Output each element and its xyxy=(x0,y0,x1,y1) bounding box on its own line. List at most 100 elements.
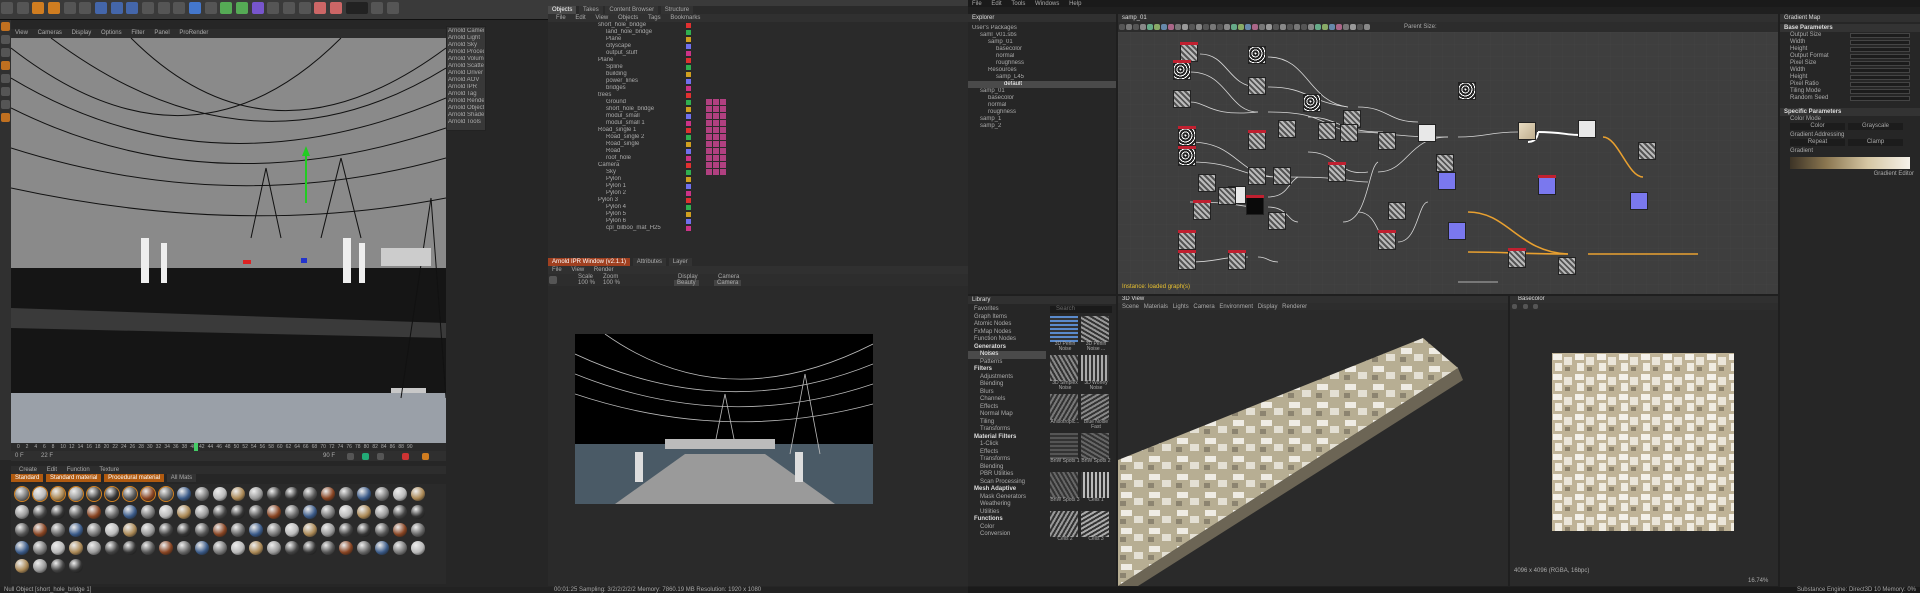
object-tag-icon[interactable] xyxy=(686,51,691,56)
graph-node[interactable] xyxy=(1578,120,1596,138)
arnold-tools-icon[interactable] xyxy=(371,2,384,14)
material-ball[interactable] xyxy=(285,505,299,519)
timeline-end[interactable]: 90 F xyxy=(323,451,335,461)
material-ball[interactable] xyxy=(32,486,48,502)
material-tag-icon[interactable] xyxy=(720,169,726,175)
prop-field[interactable] xyxy=(1850,68,1910,73)
material-ball[interactable] xyxy=(339,505,353,519)
graph-tool-icon[interactable] xyxy=(1251,24,1258,30)
library-thumb[interactable]: Anisotropic... xyxy=(1050,394,1080,432)
object-row[interactable]: Sky xyxy=(598,169,968,176)
object-tag-icon[interactable] xyxy=(686,135,691,140)
material-ball[interactable] xyxy=(375,523,389,537)
graph-node[interactable] xyxy=(1388,202,1406,220)
library-thumb[interactable]: Blue Noise Fast xyxy=(1081,394,1111,432)
material-ball[interactable] xyxy=(123,541,137,555)
material-ball[interactable] xyxy=(411,523,425,537)
object-tag-icon[interactable] xyxy=(686,86,691,91)
object-row[interactable]: modul_small xyxy=(598,113,968,120)
material-tag-icon[interactable] xyxy=(706,141,712,147)
arnold-light-icon[interactable] xyxy=(314,2,327,14)
material-ball[interactable] xyxy=(231,487,245,501)
material-ball[interactable] xyxy=(213,541,227,555)
material-ball[interactable] xyxy=(285,523,299,537)
arnold-menu-item[interactable]: Arnold Tag xyxy=(448,91,484,98)
library-thumb[interactable]: BnW Spots 1 xyxy=(1050,433,1080,471)
material-ball[interactable] xyxy=(285,541,299,555)
polygons-mode-icon[interactable] xyxy=(1,48,10,57)
material-ball[interactable] xyxy=(321,505,335,519)
object-tag-icon[interactable] xyxy=(686,23,691,28)
graph-node[interactable] xyxy=(1198,174,1216,192)
material-ball[interactable] xyxy=(51,559,65,573)
graph-tool-icon[interactable] xyxy=(1209,24,1216,30)
object-row[interactable]: Pylon 5 xyxy=(598,211,968,218)
goto-start-icon[interactable] xyxy=(347,453,354,460)
material-ball[interactable] xyxy=(159,541,173,555)
object-row[interactable]: trees xyxy=(598,92,968,99)
material-ball[interactable] xyxy=(104,486,120,502)
material-ball[interactable] xyxy=(393,523,407,537)
section-base-parameters[interactable]: Base Parameters xyxy=(1780,24,1920,32)
material-ball[interactable] xyxy=(411,541,425,555)
object-tag-icon[interactable] xyxy=(686,177,691,182)
material-ball[interactable] xyxy=(177,541,191,555)
material-ball[interactable] xyxy=(375,505,389,519)
material-ball[interactable] xyxy=(357,523,371,537)
material-tag-icon[interactable] xyxy=(706,99,712,105)
tab-mat-standard[interactable]: Standard xyxy=(11,474,44,482)
library-category[interactable]: Mask Generators xyxy=(968,494,1046,502)
axis-x-icon[interactable] xyxy=(95,2,108,14)
material-ball[interactable] xyxy=(393,541,407,555)
graph-tool-icon[interactable] xyxy=(1265,24,1272,30)
explorer-item[interactable]: roughness xyxy=(968,60,1116,67)
explorer-item[interactable]: samp_01 xyxy=(968,39,1116,46)
graph-tool-icon[interactable] xyxy=(1139,24,1146,30)
object-tag-icon[interactable] xyxy=(686,149,691,154)
material-tag-icon[interactable] xyxy=(720,127,726,133)
material-tag-icon[interactable] xyxy=(713,127,719,133)
object-tag-icon[interactable] xyxy=(686,142,691,147)
material-ball[interactable] xyxy=(393,487,407,501)
graph-node[interactable] xyxy=(1173,60,1191,80)
graph-tool-icon[interactable] xyxy=(1188,24,1195,30)
material-ball[interactable] xyxy=(321,523,335,537)
viewport-menu-prorender[interactable]: ProRender xyxy=(179,29,208,38)
material-ball[interactable] xyxy=(303,523,317,537)
prop-field[interactable] xyxy=(1850,47,1910,52)
material-ball[interactable] xyxy=(123,523,137,537)
material-ball[interactable] xyxy=(213,523,227,537)
library-category[interactable]: FxMap Nodes xyxy=(968,329,1046,337)
material-ball[interactable] xyxy=(69,505,83,519)
object-row[interactable]: Pylon 2 xyxy=(598,190,968,197)
graph-node[interactable] xyxy=(1630,192,1648,210)
object-tag-icon[interactable] xyxy=(686,128,691,133)
material-ball[interactable] xyxy=(267,505,281,519)
object-tag-icon[interactable] xyxy=(686,219,691,224)
library-category[interactable]: Blending xyxy=(968,464,1046,472)
object-tag-icon[interactable] xyxy=(686,114,691,119)
library-category[interactable]: Function Nodes xyxy=(968,336,1046,344)
prop-field[interactable] xyxy=(1850,96,1910,101)
material-ball[interactable] xyxy=(105,505,119,519)
arnold-menu-item[interactable]: Arnold Procedural xyxy=(448,49,484,56)
prop-field[interactable] xyxy=(1850,89,1910,94)
snap-icon[interactable] xyxy=(1,87,10,96)
material-ball[interactable] xyxy=(122,486,138,502)
library-thumb[interactable]: Cells 1 xyxy=(1081,472,1111,510)
graph-node[interactable] xyxy=(1328,162,1346,182)
material-ball[interactable] xyxy=(303,541,317,555)
material-ball[interactable] xyxy=(105,541,119,555)
lock-icon[interactable] xyxy=(1,113,10,122)
object-tag-icon[interactable] xyxy=(686,79,691,84)
material-ball[interactable] xyxy=(33,523,47,537)
object-tag-icon[interactable] xyxy=(686,156,691,161)
material-ball[interactable] xyxy=(249,541,263,555)
object-row[interactable]: cityscape xyxy=(598,43,968,50)
material-ball[interactable] xyxy=(339,487,353,501)
object-row[interactable]: Camera xyxy=(598,162,968,169)
record-icon[interactable] xyxy=(402,453,409,460)
graph-node[interactable] xyxy=(1228,250,1246,270)
library-category[interactable]: Filters xyxy=(968,366,1046,374)
explorer-item[interactable]: saml_v01.sbs xyxy=(968,32,1116,39)
